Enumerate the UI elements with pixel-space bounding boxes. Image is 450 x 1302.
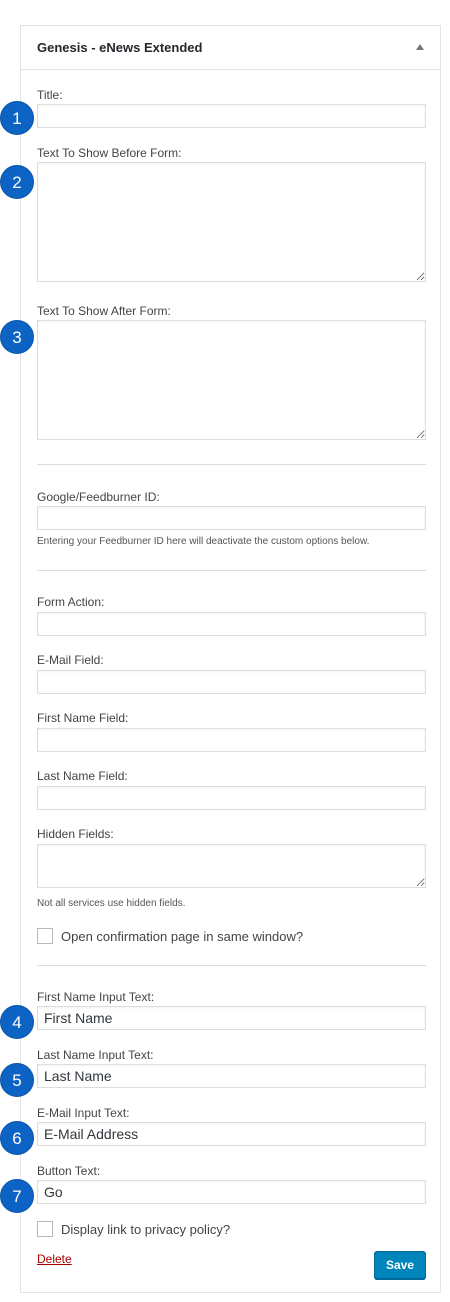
feedburner-label: Google/Feedburner ID: [37,490,160,504]
widget-header[interactable]: Genesis - eNews Extended [21,26,440,70]
hidden-fields-textarea[interactable] [37,844,426,888]
first-name-input-label: First Name Input Text: [37,990,155,1004]
divider [37,570,426,571]
email-field-input[interactable] [37,670,426,694]
divider [37,965,426,966]
button-text-input[interactable] [37,1180,426,1204]
form-action-label: Form Action: [37,595,105,609]
form-action-input[interactable] [37,612,426,636]
open-same-window-label: Open confirmation page in same window? [61,929,304,944]
badge-1: 1 [0,101,34,135]
badge-5: 5 [0,1063,34,1097]
first-name-input[interactable] [37,1006,426,1030]
badge-7: 7 [0,1179,34,1213]
before-form-label: Text To Show Before Form: [37,146,182,160]
after-form-textarea[interactable] [37,320,426,440]
save-button[interactable]: Save [374,1251,426,1279]
last-name-field-label: Last Name Field: [37,769,128,783]
widget-title: Genesis - eNews Extended [37,40,203,55]
before-form-textarea[interactable] [37,162,426,282]
badge-4: 4 [0,1005,34,1039]
title-input[interactable] [37,104,426,128]
last-name-input[interactable] [37,1064,426,1088]
email-input[interactable] [37,1122,426,1146]
privacy-link-label: Display link to privacy policy? [61,1222,231,1237]
button-text-label: Button Text: [37,1164,101,1178]
title-label: Title: [37,88,63,102]
email-input-label: E-Mail Input Text: [37,1106,130,1120]
open-same-window-checkbox[interactable] [37,928,53,944]
first-name-field-input[interactable] [37,728,426,752]
hidden-fields-help-text: Not all services use hidden fields. [37,898,186,909]
after-form-label: Text To Show After Form: [37,304,171,318]
badge-6: 6 [0,1121,34,1155]
divider [37,464,426,465]
hidden-fields-label: Hidden Fields: [37,827,114,841]
feedburner-help-text: Entering your Feedburner ID here will de… [37,536,370,547]
badge-3: 3 [0,320,34,354]
privacy-link-checkbox[interactable] [37,1221,53,1237]
badge-2: 2 [0,165,34,199]
first-name-field-label: First Name Field: [37,711,129,725]
last-name-field-input[interactable] [37,786,426,810]
collapse-arrow-icon[interactable] [416,44,424,50]
email-field-label: E-Mail Field: [37,653,104,667]
last-name-input-label: Last Name Input Text: [37,1048,154,1062]
feedburner-input[interactable] [37,506,426,530]
delete-link[interactable]: Delete [37,1252,72,1266]
